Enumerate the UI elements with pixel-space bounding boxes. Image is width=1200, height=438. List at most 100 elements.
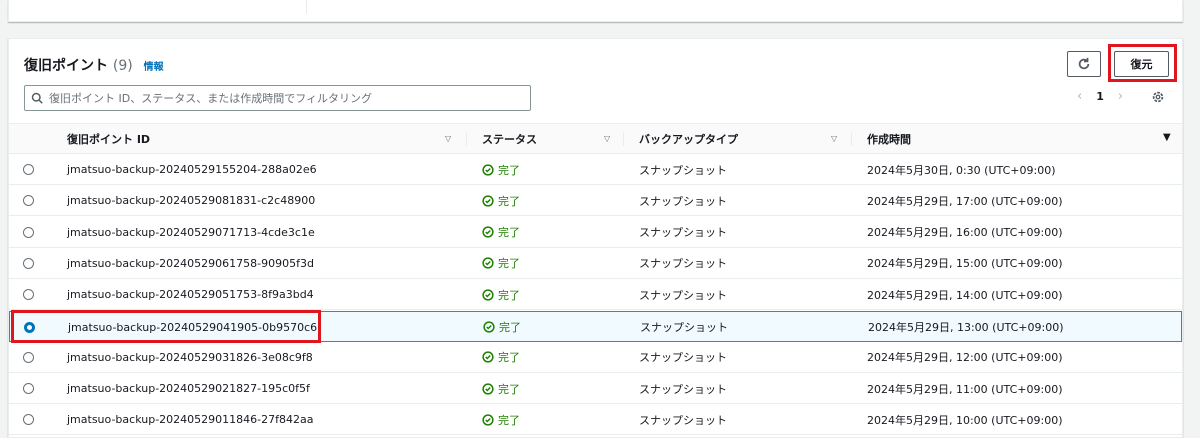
- success-icon: [482, 226, 494, 238]
- status-text: 完了: [498, 163, 520, 177]
- created-time: 2024年5月29日, 12:00 (UTC+09:00): [867, 351, 1063, 365]
- gear-icon: [1152, 91, 1164, 103]
- status-cell: 完了: [482, 154, 520, 185]
- status-text: 完了: [498, 288, 520, 302]
- row-radio[interactable]: [23, 289, 34, 301]
- row-radio-cell[interactable]: [23, 185, 34, 216]
- row-radio[interactable]: [23, 257, 34, 269]
- column-header-created[interactable]: 作成時間 ▼: [852, 124, 1182, 154]
- table-row[interactable]: jmatsuo-backup-20240529081831-c2c48900 完了…: [9, 185, 1182, 217]
- status-cell: 完了: [483, 312, 521, 343]
- top-panel: [8, 0, 1183, 22]
- sort-icon: ▽: [604, 134, 611, 143]
- backup-type: スナップショット: [639, 413, 727, 427]
- backup-type: スナップショット: [639, 163, 727, 177]
- backup-type: スナップショット: [640, 321, 728, 334]
- success-icon: [482, 414, 494, 426]
- status-cell: 完了: [482, 373, 520, 404]
- search-input[interactable]: [49, 91, 519, 105]
- status-text: 完了: [498, 257, 520, 271]
- status-cell: 完了: [482, 342, 520, 373]
- backup-type: スナップショット: [639, 226, 727, 240]
- table-row[interactable]: jmatsuo-backup-20240529051753-8f9a3bd4 完了…: [9, 279, 1182, 311]
- table-row[interactable]: jmatsuo-backup-20240529031826-3e08c9f8 完了…: [9, 342, 1182, 373]
- recovery-point-id: jmatsuo-backup-20240529011846-27f842aa: [67, 413, 314, 427]
- backup-type: スナップショット: [639, 351, 727, 365]
- success-icon: [482, 382, 494, 395]
- created-time: 2024年5月30日, 0:30 (UTC+09:00): [867, 163, 1056, 177]
- created-time: 2024年5月29日, 16:00 (UTC+09:00): [867, 226, 1063, 240]
- status-text: 完了: [498, 226, 520, 240]
- row-radio-cell[interactable]: [23, 373, 34, 404]
- refresh-button[interactable]: [1067, 51, 1101, 77]
- recovery-point-id: jmatsuo-backup-20240529071713-4cde3c1e: [67, 225, 315, 239]
- status-cell: 完了: [482, 217, 520, 248]
- row-radio[interactable]: [23, 195, 34, 207]
- backup-type: スナップショット: [639, 288, 727, 302]
- success-icon: [482, 163, 494, 176]
- status-cell: 完了: [482, 185, 520, 216]
- recovery-point-id: jmatsuo-backup-20240529031826-3e08c9f8: [67, 350, 313, 364]
- recovery-points-panel: 復旧ポイント (9) 情報 復元 ‹ 1 › 復旧ポイント ID▽ ステータス▽…: [8, 38, 1183, 438]
- sort-icon: ▽: [445, 134, 452, 143]
- backup-type: スナップショット: [639, 257, 727, 271]
- table-row[interactable]: jmatsuo-backup-20240529071713-4cde3c1e 完了…: [9, 217, 1182, 248]
- row-radio-cell[interactable]: [23, 217, 34, 248]
- info-link[interactable]: 情報: [144, 62, 164, 73]
- column-header-status[interactable]: ステータス ▽: [467, 124, 624, 154]
- backup-type: スナップショット: [639, 382, 727, 396]
- created-time: 2024年5月29日, 13:00 (UTC+09:00): [868, 321, 1064, 334]
- search-icon: [31, 92, 43, 104]
- table-row[interactable]: jmatsuo-backup-20240529021827-195c0f5f 完了…: [9, 373, 1182, 405]
- row-radio[interactable]: [23, 226, 34, 238]
- status-cell: 完了: [482, 404, 520, 435]
- sort-icon: ▽: [831, 134, 838, 143]
- divider: [306, 0, 307, 14]
- success-icon: [482, 351, 494, 363]
- success-icon: [483, 321, 495, 333]
- status-text: 完了: [498, 382, 520, 396]
- created-time: 2024年5月29日, 10:00 (UTC+09:00): [867, 413, 1063, 427]
- prev-page-icon[interactable]: ‹: [1077, 89, 1082, 104]
- row-radio-cell[interactable]: [23, 279, 34, 310]
- row-radio-cell[interactable]: [23, 154, 34, 185]
- created-time: 2024年5月29日, 11:00 (UTC+09:00): [867, 382, 1063, 396]
- recovery-point-id: jmatsuo-backup-20240529155204-288a02e6: [67, 163, 317, 176]
- table-row[interactable]: jmatsuo-backup-20240529061758-90905f3d 完了…: [9, 248, 1182, 279]
- recovery-point-id: jmatsuo-backup-20240529051753-8f9a3bd4: [67, 288, 314, 302]
- next-page-icon[interactable]: ›: [1118, 89, 1123, 104]
- row-radio[interactable]: [23, 164, 34, 175]
- created-time: 2024年5月29日, 17:00 (UTC+09:00): [867, 194, 1063, 208]
- row-radio-cell[interactable]: [23, 404, 34, 435]
- status-text: 完了: [498, 413, 520, 427]
- selected-row-highlight-box: [11, 310, 321, 343]
- success-icon: [482, 257, 494, 270]
- section-title: 復旧ポイント (9) 情報: [24, 55, 164, 75]
- row-radio-cell[interactable]: [23, 248, 34, 279]
- table-row[interactable]: jmatsuo-backup-20240529011846-27f842aa 完了…: [9, 404, 1182, 436]
- status-text: 完了: [498, 194, 520, 208]
- success-icon: [482, 195, 494, 207]
- recovery-point-id: jmatsuo-backup-20240529021827-195c0f5f: [67, 382, 310, 396]
- status-cell: 完了: [482, 248, 520, 279]
- column-header-id[interactable]: 復旧ポイント ID ▽: [67, 124, 467, 154]
- status-cell: 完了: [482, 279, 520, 310]
- refresh-icon: [1078, 57, 1090, 70]
- status-text: 完了: [499, 321, 521, 334]
- filter-search[interactable]: [24, 85, 531, 111]
- settings-button[interactable]: [1151, 89, 1165, 108]
- column-header-type[interactable]: バックアップタイプ ▽: [624, 124, 852, 154]
- table-row[interactable]: jmatsuo-backup-20240529155204-288a02e6 完了…: [9, 154, 1182, 185]
- status-text: 完了: [498, 351, 520, 365]
- row-radio[interactable]: [23, 351, 34, 363]
- restore-highlight-box: [1108, 44, 1177, 82]
- row-radio[interactable]: [23, 383, 34, 395]
- item-count: (9): [112, 58, 133, 74]
- success-icon: [482, 289, 494, 301]
- backup-type: スナップショット: [639, 194, 727, 208]
- sort-desc-icon: ▼: [1163, 132, 1171, 143]
- recovery-point-id: jmatsuo-backup-20240529061758-90905f3d: [67, 256, 314, 270]
- row-radio[interactable]: [23, 414, 34, 426]
- row-radio-cell[interactable]: [23, 342, 34, 373]
- page-number[interactable]: 1: [1096, 90, 1104, 103]
